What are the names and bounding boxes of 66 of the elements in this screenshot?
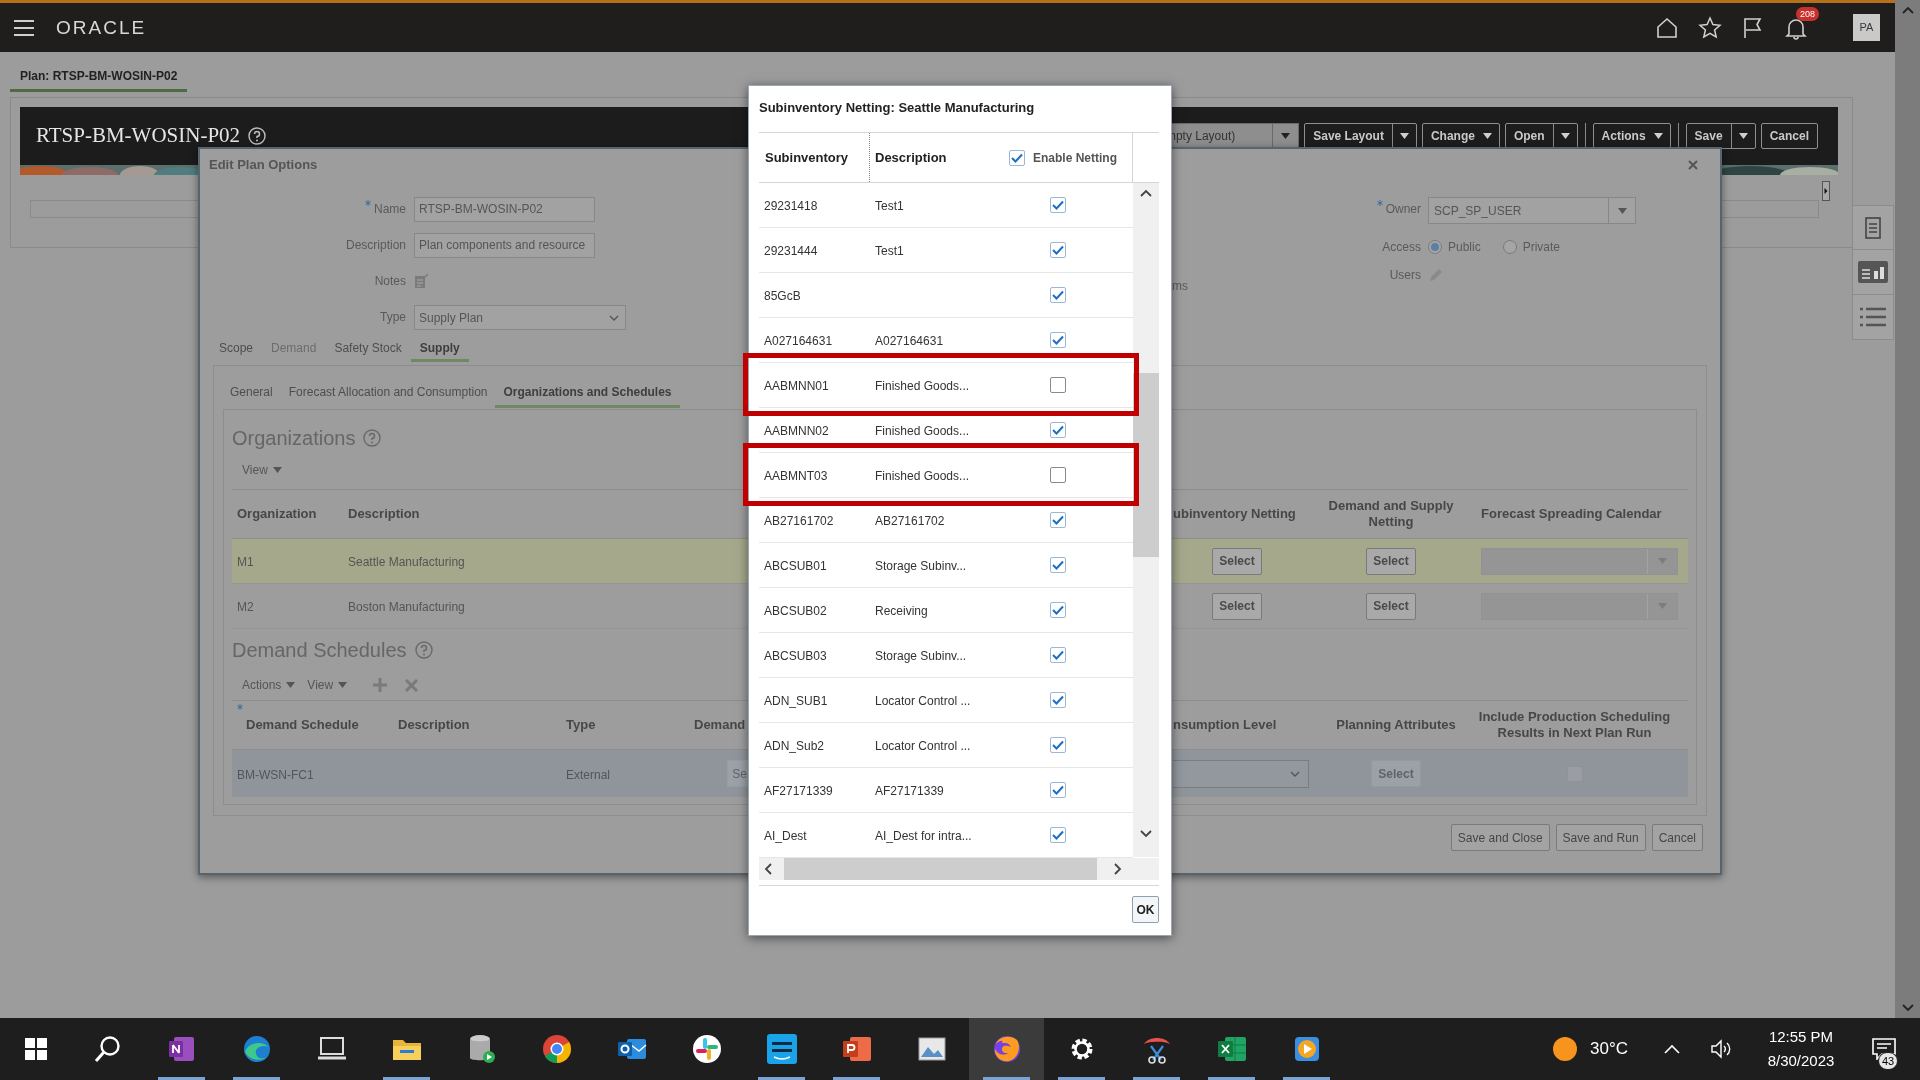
table-cell: AB27161702 [764,514,834,528]
column-header: Description [875,148,947,167]
table-cell: Test1 [875,244,904,258]
field-label: Type [380,309,406,326]
field-label: Description [345,237,406,254]
table-cell: ABCSUB02 [764,604,827,618]
table-cell: Boston Manufacturing [348,600,465,614]
table-cell: M1 [237,555,254,569]
table-cell: Locator Control ... [875,694,971,708]
column-header: Subinventory [765,148,849,167]
notification-badge: 208 [1796,6,1820,21]
field-label: Access [1382,238,1421,256]
radio-label: Private [1522,239,1561,256]
table-cell: Finished Goods... [875,379,970,393]
logo: ORACLE [56,18,147,37]
column-header: ubinventory Netting [1173,506,1296,522]
plan-title: RTSP-BM-WOSIN-P02 [36,122,241,150]
table-cell: Finished Goods... [875,424,970,438]
table-cell: AI_Dest [764,829,807,843]
table-cell: A027164631 [764,334,833,348]
table-cell: Test1 [875,199,904,213]
table-cell: A027164631 [875,334,944,348]
field-label: Users [1389,266,1421,284]
column-header: Organization [237,506,317,522]
table-cell: ABCSUB03 [764,649,827,663]
table-cell: Storage Subinv... [875,559,967,573]
column-header: Enable Netting [1033,149,1117,167]
table-cell: External [566,767,611,782]
table-cell: AF27171339 [764,784,833,798]
dialog-title: Subinventory Netting: Seattle Manufacturing [759,100,1035,115]
notification-badge: 43 [1878,1052,1899,1070]
table-cell: M2 [237,600,254,614]
table-cell: Receiving [875,604,928,618]
column-header: Description [398,717,470,733]
column-header: Demand [694,717,746,733]
column-header: Forecast Spreading Calendar [1481,506,1662,522]
table-cell: Storage Subinv... [875,649,967,663]
column-header: Type [566,717,596,733]
table-cell: BM-WSN-FC1 [237,767,314,782]
dialog-title: Edit Plan Options [209,156,318,174]
table-cell: 29231444 [764,244,818,258]
column-header: Description [348,506,420,522]
table-cell: 85GcB [764,289,801,303]
field-label: Owner [1385,201,1421,218]
table-cell: AABMNN01 [764,379,829,393]
table-cell: Locator Control ... [875,739,971,753]
table-cell: AB27161702 [875,514,945,528]
table-cell: AABMNT03 [764,469,828,483]
field-label: Name [374,201,406,218]
column-header: Planning Attributes [1336,717,1456,733]
column-header: Demand Schedule [246,717,359,733]
column-header: Demand and Supply Netting [1327,498,1455,530]
table-cell: Seattle Manufacturing [348,555,465,569]
table-cell: AF27171339 [875,784,944,798]
table-cell: AI_Dest for intra... [875,829,972,843]
table-cell: ADN_Sub2 [764,739,825,753]
column-header: Include Production Scheduling Results in Next Plan Run [1477,709,1672,741]
table-cell: ADN_SUB1 [764,694,828,708]
table-cell: ABCSUB01 [764,559,827,573]
field-label: ms [1172,279,1188,293]
table-cell: Finished Goods... [875,469,970,483]
table-cell: 29231418 [764,199,818,213]
column-header: nsumption Level [1173,717,1277,733]
radio-label: Public [1448,239,1481,256]
table-cell: AABMNN02 [764,424,829,438]
field-label: Notes [374,273,406,290]
